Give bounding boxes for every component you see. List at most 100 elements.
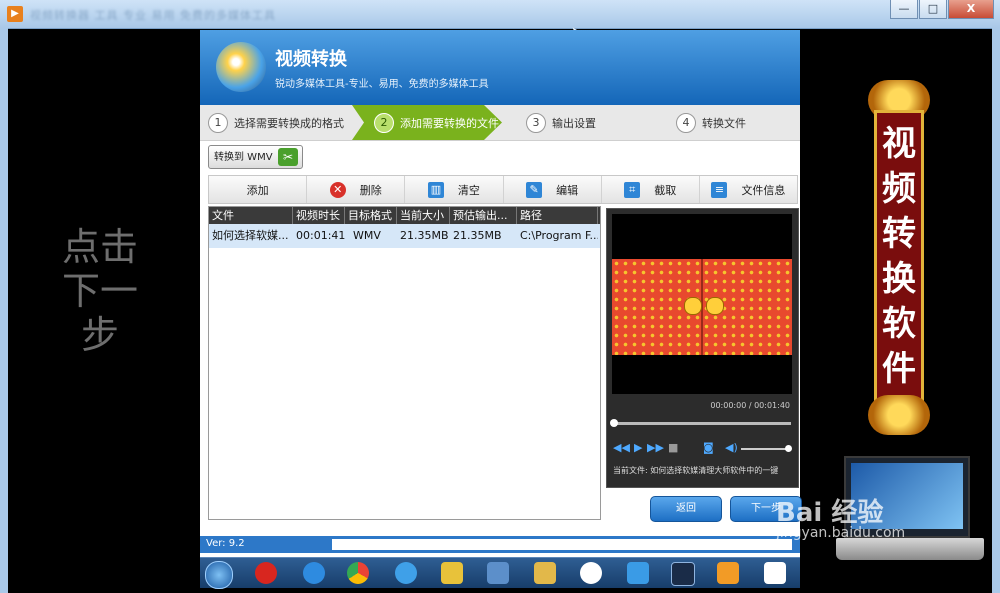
video-timecode: 00:00:00 / 00:01:40 bbox=[710, 401, 790, 410]
volume-slider[interactable] bbox=[741, 445, 792, 452]
video-preview-panel: 00:00:00 / 00:01:40 ◀◀ ▶ ▶▶ ■ ◙ ◀) 当前文件:… bbox=[606, 208, 799, 488]
column-header[interactable]: 预估输出... bbox=[450, 207, 517, 224]
delete-button[interactable]: ✕ 删除 bbox=[307, 176, 406, 203]
door-knocker-left bbox=[684, 297, 702, 315]
video-display bbox=[612, 214, 792, 394]
crop-label: 截取 bbox=[654, 183, 677, 197]
clear-label: 清空 bbox=[457, 183, 480, 197]
convert-to-format-button[interactable]: 转换到 WMV ✂ bbox=[208, 145, 303, 169]
step-2-label: 添加需要转换的文件 bbox=[400, 116, 499, 130]
laptop-base bbox=[836, 538, 984, 560]
taskbar-app-icon[interactable] bbox=[764, 562, 786, 584]
app-subtitle: 锐动多媒体工具-专业、易用、免费的多媒体工具 bbox=[275, 79, 489, 90]
add-label: 添加 bbox=[246, 183, 269, 197]
maximize-button[interactable]: □ bbox=[919, 0, 947, 19]
step-1-number: 1 bbox=[208, 112, 228, 133]
file-info-label: 文件信息 bbox=[741, 183, 786, 197]
clear-button[interactable]: ▥ 清空 bbox=[405, 176, 504, 203]
back-button[interactable]: 返回 bbox=[650, 496, 722, 522]
play-icon[interactable]: ▶ bbox=[634, 441, 642, 454]
delete-label: 删除 bbox=[359, 183, 382, 197]
decorative-banner: 视频转换软件 bbox=[868, 80, 930, 435]
step-4-label: 转换文件 bbox=[702, 116, 746, 130]
column-header[interactable]: 目标格式 bbox=[345, 207, 397, 224]
baidu-watermark: Bai 经验 jingyan.baidu.com bbox=[776, 492, 936, 541]
status-bar: Ver: 9.2 bbox=[200, 536, 800, 553]
app-header: 视频转换 锐动多媒体工具-专业、易用、免费的多媒体工具 bbox=[200, 30, 800, 105]
current-file-label: 当前文件: 如何选择软媒清理大师软件中的一键 bbox=[613, 466, 779, 475]
cell-estimated-size: 21.35MB bbox=[453, 229, 502, 242]
step-2[interactable]: 2 添加需要转换的文件 bbox=[352, 105, 502, 140]
cell-filename: 如何选择软媒... bbox=[212, 229, 289, 242]
cell-size: 21.35MB bbox=[400, 229, 449, 242]
banner-ornament-bottom bbox=[868, 395, 930, 435]
notes-app-icon[interactable] bbox=[441, 562, 463, 584]
rewind-icon[interactable]: ◀◀ bbox=[613, 441, 630, 454]
crop-button[interactable]: ⌗ 截取 bbox=[602, 176, 700, 203]
app-icon-red[interactable] bbox=[255, 562, 277, 584]
step-4-number: 4 bbox=[676, 112, 696, 133]
delete-icon: ✕ bbox=[329, 181, 346, 198]
file-table: 文件 视频时长 目标格式 当前大小 预估输出... 路径 如何选择软媒... 0… bbox=[208, 206, 601, 520]
step-3[interactable]: 3 输出设置 bbox=[518, 105, 658, 140]
video-converter-taskbar-icon[interactable] bbox=[671, 562, 695, 586]
paint-app-icon[interactable] bbox=[627, 562, 649, 584]
pinwheel-app-icon[interactable] bbox=[580, 562, 602, 584]
watermark-url: jingyan.baidu.com bbox=[776, 525, 906, 541]
playback-progress-slider[interactable] bbox=[610, 419, 791, 427]
edit-icon: ✎ bbox=[526, 181, 543, 198]
column-header[interactable]: 视频时长 bbox=[293, 207, 345, 224]
app-title: 视频转换 bbox=[275, 49, 347, 70]
tools-icon: ✂ bbox=[278, 148, 298, 166]
volume-icon[interactable]: ◀) bbox=[725, 441, 738, 454]
close-button[interactable]: X bbox=[948, 0, 994, 19]
step-1[interactable]: 1 选择需要转换成的格式 bbox=[200, 105, 350, 140]
cloud-app-icon[interactable] bbox=[395, 562, 417, 584]
video-converter-app: 视频转换 锐动多媒体工具-专业、易用、免费的多媒体工具 1 选择需要转换成的格式… bbox=[200, 30, 802, 557]
ie-browser-icon[interactable] bbox=[303, 562, 325, 584]
chrome-icon[interactable] bbox=[347, 562, 369, 584]
side-caption: 点击下一步 bbox=[62, 225, 139, 357]
file-toolbar: 添加 ✕ 删除 ▥ 清空 ✎ 编辑 ⌗ 截取 ≡ 文件信息 bbox=[208, 175, 798, 204]
column-header[interactable]: 当前大小 bbox=[397, 207, 450, 224]
app-icon: ▶ bbox=[7, 6, 23, 22]
table-header: 文件 视频时长 目标格式 当前大小 预估输出... 路径 bbox=[209, 207, 600, 224]
fast-forward-icon[interactable]: ▶▶ bbox=[647, 441, 664, 454]
convert-to-label: 转换到 WMV bbox=[214, 152, 273, 163]
step-4[interactable]: 4 转换文件 bbox=[672, 105, 800, 140]
camera-icon[interactable]: ◙ bbox=[703, 441, 714, 454]
media-player-icon[interactable] bbox=[717, 562, 739, 584]
playback-controls: ◀◀ ▶ ▶▶ ■ ◙ ◀) bbox=[613, 441, 792, 457]
watermark-main: Bai 经验 bbox=[776, 498, 884, 528]
column-header[interactable]: 文件 bbox=[209, 207, 293, 224]
window-frame-right bbox=[992, 28, 1000, 593]
add-button[interactable]: 添加 bbox=[209, 176, 308, 203]
progress-handle[interactable] bbox=[610, 419, 618, 427]
cell-path: C:\Program F... bbox=[520, 229, 598, 242]
start-button-icon[interactable] bbox=[205, 561, 233, 589]
minimize-button[interactable]: — bbox=[890, 0, 918, 19]
stop-icon[interactable]: ■ bbox=[668, 441, 678, 454]
file-info-button[interactable]: ≡ 文件信息 bbox=[700, 176, 797, 203]
file-info-icon: ≡ bbox=[711, 181, 728, 198]
app-logo-icon bbox=[216, 42, 266, 92]
folder-icon[interactable] bbox=[534, 562, 556, 584]
wizard-steps: 1 选择需要转换成的格式 2 添加需要转换的文件 3 输出设置 4 转换文件 bbox=[200, 105, 800, 141]
banner-text: 视频转换软件 bbox=[882, 124, 916, 389]
trash-icon: ▥ bbox=[427, 181, 444, 198]
display-app-icon[interactable] bbox=[487, 562, 509, 584]
window-titlebar: ▶ 视频转换器 工具 专业 易用 免费的多媒体工具 — □ X bbox=[0, 0, 1000, 29]
table-row[interactable]: 如何选择软媒... 00:01:41 WMV 21.35MB 21.35MB C… bbox=[209, 224, 600, 248]
edit-label: 编辑 bbox=[556, 183, 579, 197]
window-frame-left bbox=[0, 28, 8, 593]
window-controls: — □ X bbox=[889, 0, 994, 19]
column-header[interactable]: 路径 bbox=[517, 207, 598, 224]
volume-handle[interactable] bbox=[785, 445, 792, 452]
step-3-number: 3 bbox=[526, 112, 546, 133]
step-1-label: 选择需要转换成的格式 bbox=[234, 116, 344, 130]
edit-button[interactable]: ✎ 编辑 bbox=[504, 176, 602, 203]
window-title: 视频转换器 工具 专业 易用 免费的多媒体工具 bbox=[30, 9, 276, 22]
version-label: Ver: 9.2 bbox=[206, 538, 245, 549]
status-field bbox=[332, 539, 792, 550]
windows-taskbar bbox=[200, 557, 800, 589]
